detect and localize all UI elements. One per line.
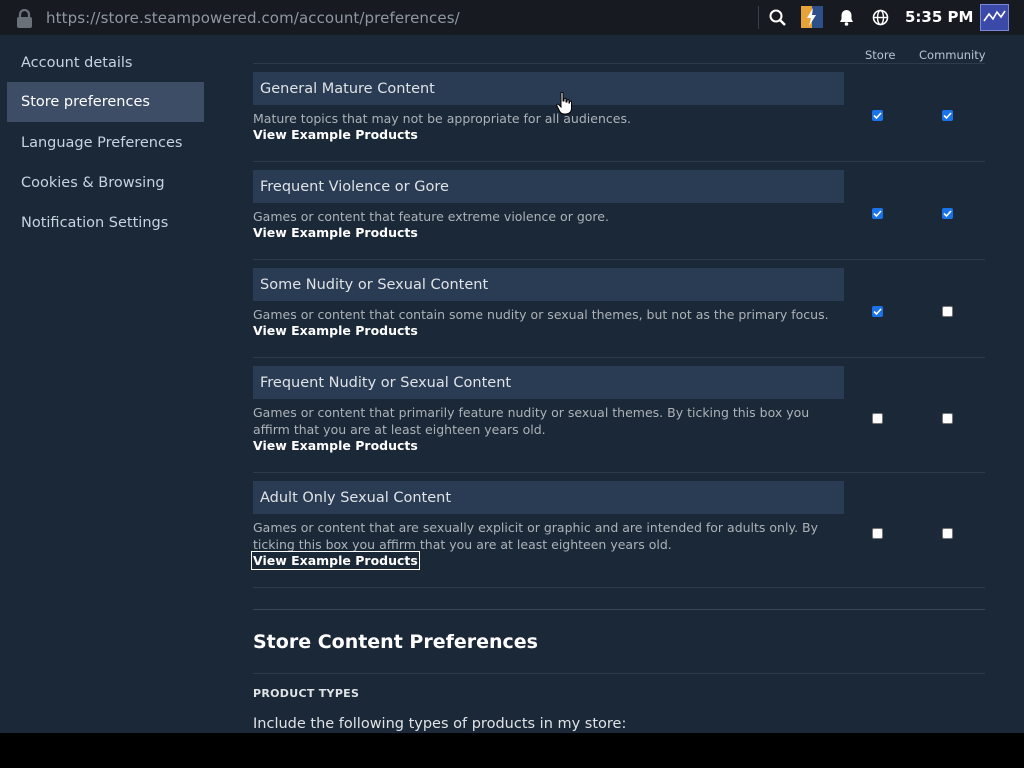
browser-top-bar: https://store.steampowered.com/account/p…: [0, 0, 1024, 35]
store-checkbox-adult-only[interactable]: [872, 528, 883, 539]
divider: [253, 472, 985, 473]
community-column-header: Community: [919, 48, 986, 62]
category-title: Frequent Nudity or Sexual Content: [260, 374, 512, 391]
view-example-products-link[interactable]: View Example Products: [253, 225, 418, 240]
category-title: Frequent Violence or Gore: [260, 178, 449, 195]
category-title: Adult Only Sexual Content: [260, 489, 452, 506]
category-title: General Mature Content: [260, 80, 435, 97]
avatar-image: [983, 10, 1006, 22]
divider: [253, 161, 985, 162]
bottom-bar: [0, 733, 1024, 768]
divider: [253, 63, 985, 64]
category-description: Games or content that are sexually expli…: [253, 520, 818, 552]
product-types-heading: PRODUCT TYPES: [253, 687, 360, 700]
category-description: Mature topics that may not be appropriat…: [253, 111, 631, 126]
community-checkbox-violence-gore[interactable]: [942, 208, 953, 219]
community-checkbox-general-mature[interactable]: [942, 110, 953, 121]
category-title-adult-only: Adult Only Sexual Content: [253, 481, 844, 514]
category-title-some-nudity: Some Nudity or Sexual Content: [253, 268, 844, 301]
category-title-general-mature: General Mature Content: [253, 72, 844, 105]
sidebar-item-label: Notification Settings: [21, 215, 169, 231]
divider: [253, 259, 985, 260]
search-icon[interactable]: [768, 8, 787, 27]
view-example-products-link[interactable]: View Example Products: [253, 438, 418, 453]
lock-icon: [17, 9, 32, 28]
category-description: Games or content that contain some nudit…: [253, 307, 829, 322]
sidebar-item-store-preferences[interactable]: Store preferences: [7, 82, 204, 122]
avatar[interactable]: [980, 4, 1009, 31]
section-title: Store Content Preferences: [253, 631, 538, 653]
category-title-violence-gore: Frequent Violence or Gore: [253, 170, 844, 203]
store-checkbox-violence-gore[interactable]: [872, 208, 883, 219]
include-products-text: Include the following types of products …: [253, 716, 627, 732]
divider: [253, 357, 985, 358]
tray-divider: [758, 6, 759, 29]
clock: 5:35 PM: [905, 8, 974, 26]
store-column-header: Store: [865, 48, 896, 62]
sidebar-item-account-details[interactable]: Account details: [7, 43, 204, 83]
community-checkbox-frequent-nudity[interactable]: [942, 413, 953, 424]
game-app-icon[interactable]: [801, 6, 823, 28]
section-divider: [253, 609, 985, 610]
sidebar-item-label: Cookies & Browsing: [21, 175, 165, 191]
address-bar-url[interactable]: https://store.steampowered.com/account/p…: [46, 9, 460, 27]
sidebar-item-language-preferences[interactable]: Language Preferences: [7, 123, 204, 163]
divider: [253, 673, 985, 674]
category-title: Some Nudity or Sexual Content: [260, 276, 489, 293]
category-description: Games or content that feature extreme vi…: [253, 209, 609, 224]
sidebar-item-notification-settings[interactable]: Notification Settings: [7, 203, 204, 243]
hand-cursor-icon: [556, 92, 572, 115]
store-checkbox-general-mature[interactable]: [872, 110, 883, 121]
sidebar-item-label: Account details: [21, 55, 133, 71]
preferences-page: Account details Store preferences Langua…: [0, 35, 1024, 733]
community-checkbox-some-nudity[interactable]: [942, 306, 953, 317]
view-example-products-link[interactable]: View Example Products: [253, 127, 418, 142]
store-checkbox-frequent-nudity[interactable]: [872, 413, 883, 424]
sidebar-item-cookies-browsing[interactable]: Cookies & Browsing: [7, 163, 204, 203]
community-checkbox-adult-only[interactable]: [942, 528, 953, 539]
divider: [253, 587, 985, 588]
store-checkbox-some-nudity[interactable]: [872, 306, 883, 317]
sidebar-item-label: Language Preferences: [21, 135, 183, 151]
bell-icon[interactable]: [837, 8, 856, 27]
globe-icon[interactable]: [871, 8, 890, 27]
category-title-frequent-nudity: Frequent Nudity or Sexual Content: [253, 366, 844, 399]
category-description: Games or content that primarily feature …: [253, 405, 810, 437]
view-example-products-link[interactable]: View Example Products: [253, 323, 418, 338]
sidebar-item-label: Store preferences: [21, 94, 150, 110]
view-example-products-link[interactable]: View Example Products: [251, 551, 420, 570]
